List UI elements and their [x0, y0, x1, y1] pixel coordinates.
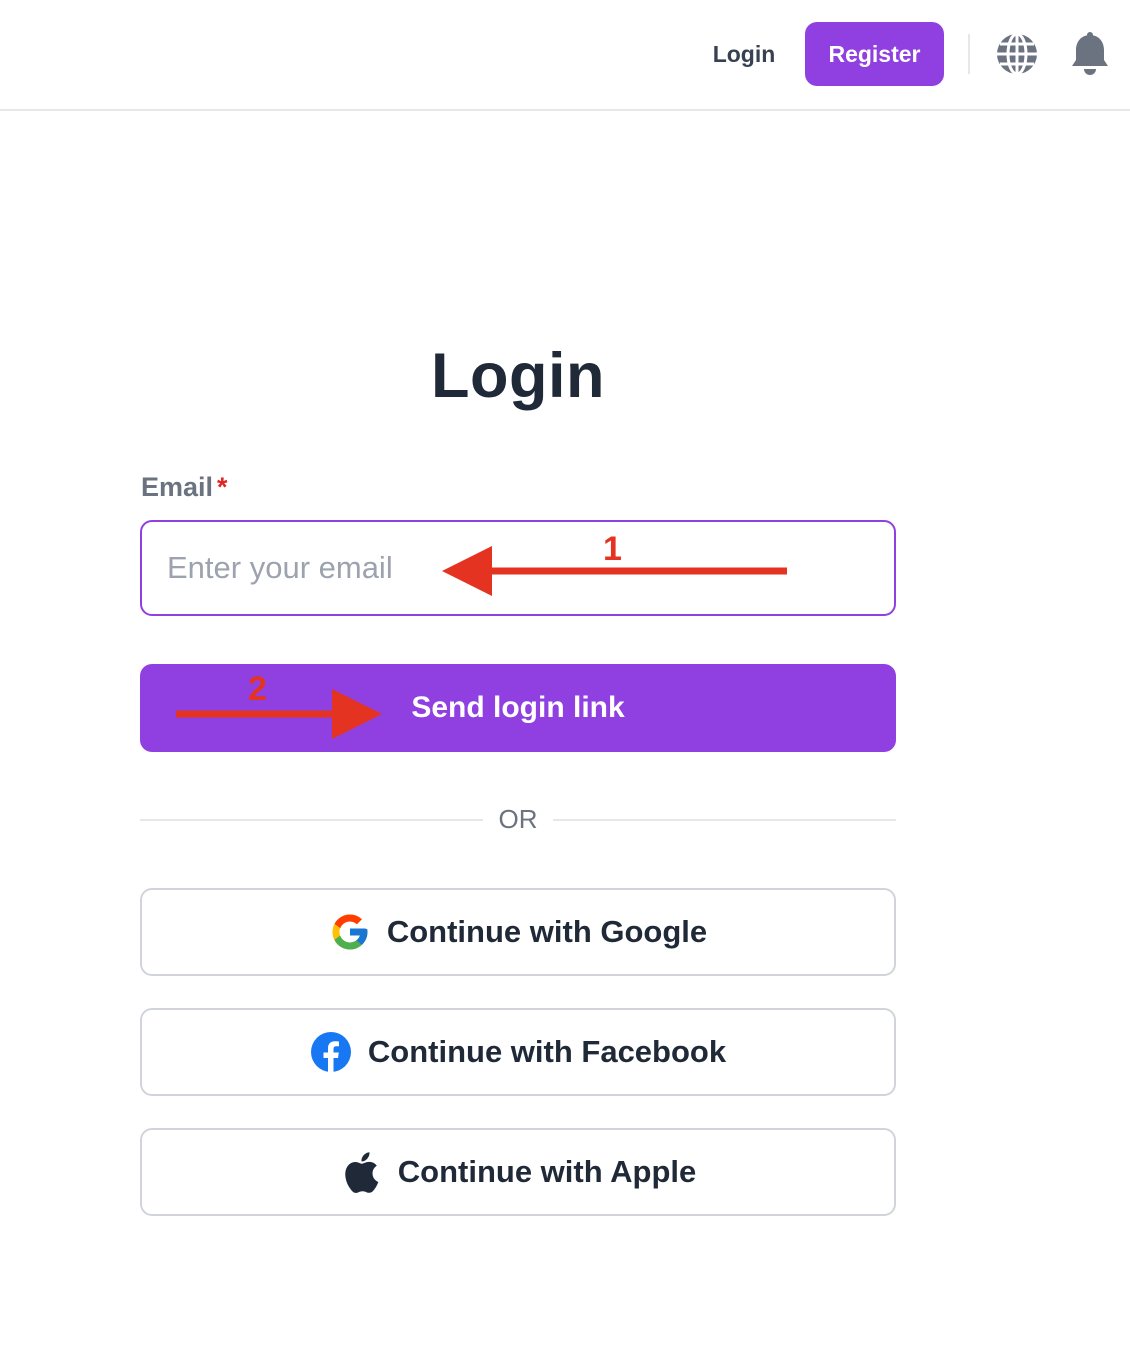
register-button[interactable]: Register: [805, 22, 944, 86]
bell-icon[interactable]: [1068, 31, 1112, 77]
or-divider-left: [140, 819, 483, 821]
google-button-label: Continue with Google: [386, 914, 708, 949]
login-nav-link[interactable]: Login: [700, 30, 788, 78]
nav-divider: [968, 34, 970, 74]
continue-with-apple-button[interactable]: Continue with Apple: [140, 1128, 896, 1216]
apple-button-label: Continue with Apple: [397, 1154, 697, 1189]
google-icon: [329, 911, 371, 953]
continue-with-facebook-button[interactable]: Continue with Facebook: [140, 1008, 896, 1096]
top-navigation-bar: Login Register: [0, 0, 1130, 111]
or-divider-text: OR: [498, 804, 538, 834]
page-title: Login: [431, 341, 605, 411]
email-label: Email *: [141, 472, 228, 503]
send-login-link-label: Send login link: [411, 691, 625, 724]
email-input[interactable]: [140, 520, 896, 616]
globe-icon[interactable]: [994, 31, 1040, 77]
facebook-icon: [310, 1031, 352, 1073]
facebook-button-label: Continue with Facebook: [367, 1034, 727, 1069]
required-marker: *: [217, 472, 228, 502]
continue-with-google-button[interactable]: Continue with Google: [140, 888, 896, 976]
annotation-step-1: 1: [603, 530, 622, 568]
or-divider-right: [553, 819, 896, 821]
annotation-step-2: 2: [248, 670, 267, 708]
email-label-text: Email: [141, 472, 214, 502]
apple-icon: [340, 1151, 382, 1193]
